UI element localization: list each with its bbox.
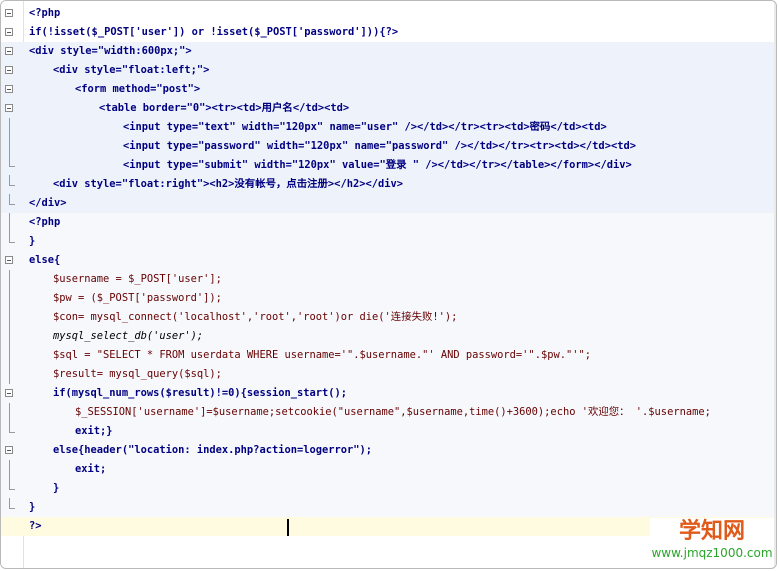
fold-toggle-icon[interactable] — [5, 256, 13, 264]
code-text: <div style="width:600px;"> — [29, 45, 192, 57]
code-line-20[interactable]: $result= mysql_query($sql); — [1, 365, 776, 384]
code-line-13[interactable]: } — [1, 232, 776, 251]
code-lines[interactable]: <?php if(!isset($_POST['user']) or !isse… — [1, 4, 776, 536]
fold-toggle-icon[interactable] — [5, 9, 13, 17]
code-line-18[interactable]: mysql_select_db('user'); — [1, 327, 776, 346]
code-text: $username = $_POST['user']; — [53, 273, 222, 285]
code-line-26[interactable]: } — [1, 479, 776, 498]
fold-end-marker — [9, 498, 15, 509]
code-line-9[interactable]: <input type="submit" width="120px" value… — [1, 156, 776, 175]
fold-toggle-icon[interactable] — [5, 66, 13, 74]
code-line-11[interactable]: </div> — [1, 194, 776, 213]
code-text: <input type="password" width="120px" nam… — [123, 140, 636, 152]
fold-guide — [9, 213, 10, 232]
code-line-21[interactable]: if(mysql_num_rows($result)!=0){session_s… — [1, 384, 776, 403]
fold-toggle-icon[interactable] — [5, 28, 13, 36]
code-line-6[interactable]: <table border="0"><tr><td>用户名</td><td> — [1, 99, 776, 118]
fold-toggle-icon[interactable] — [5, 47, 13, 55]
code-text: if(mysql_num_rows($result)!=0){session_s… — [53, 387, 348, 399]
fold-end-marker — [9, 175, 15, 186]
code-text: <table border="0"><tr><td>用户名</td><td> — [99, 102, 350, 114]
code-text: } — [29, 235, 36, 247]
watermark-title: 学知网 — [678, 519, 745, 544]
code-line-10[interactable]: <div style="float:right"><h2>没有帐号，点击注册><… — [1, 175, 776, 194]
code-line-15[interactable]: $username = $_POST['user']; — [1, 270, 776, 289]
code-text: </div> — [29, 197, 67, 209]
code-line-5[interactable]: <form method="post"> — [1, 80, 776, 99]
fold-guide — [9, 460, 10, 479]
code-text: $sql = "SELECT * FROM userdata WHERE use… — [53, 349, 591, 361]
site-watermark: 学知网 www.jmqz1000.com — [650, 518, 774, 566]
code-line-19[interactable]: $sql = "SELECT * FROM userdata WHERE use… — [1, 346, 776, 365]
fold-end-marker — [9, 422, 15, 433]
fold-toggle-icon[interactable] — [5, 446, 13, 454]
code-text: <form method="post"> — [75, 83, 201, 95]
code-text: } — [53, 482, 60, 494]
code-text: ?> — [29, 520, 42, 532]
fold-toggle-icon[interactable] — [5, 85, 13, 93]
code-text: $result= mysql_query($sql); — [53, 368, 222, 380]
fold-guide — [9, 137, 10, 156]
watermark-url: www.jmqz1000.com — [651, 546, 773, 560]
php-open-tag: <?php — [29, 7, 61, 19]
code-line-23[interactable]: exit;} — [1, 422, 776, 441]
code-text: <div style="float:right"><h2>没有帐号，点击注册><… — [53, 178, 403, 190]
code-line-27[interactable]: } — [1, 498, 776, 517]
code-text: mysql_select_db('user'); — [53, 330, 204, 342]
code-text: exit; — [75, 463, 107, 475]
fold-guide — [9, 365, 10, 384]
code-line-2[interactable]: if(!isset($_POST['user']) or !isset($_PO… — [1, 23, 776, 42]
code-text: <input type="text" width="120px" name="u… — [123, 121, 607, 133]
fold-guide — [9, 118, 10, 137]
code-text: $_SESSION['username']=$username;setcooki… — [75, 406, 711, 418]
right-edge — [774, 1, 776, 568]
code-text: $con= mysql_connect('localhost','root','… — [53, 311, 458, 323]
fold-guide — [9, 346, 10, 365]
code-line-4[interactable]: <div style="float:left;"> — [1, 61, 776, 80]
code-line-17[interactable]: $con= mysql_connect('localhost','root','… — [1, 308, 776, 327]
fold-guide — [9, 308, 10, 327]
text-caret — [287, 519, 289, 536]
code-text: <div style="float:left;"> — [53, 64, 210, 76]
code-text: $pw = ($_POST['password']); — [53, 292, 222, 304]
code-line-25[interactable]: exit; — [1, 460, 776, 479]
code-line-16[interactable]: $pw = ($_POST['password']); — [1, 289, 776, 308]
code-text: <?php — [29, 216, 61, 228]
fold-guide — [9, 289, 10, 308]
fold-guide — [9, 327, 10, 346]
fold-guide — [9, 270, 10, 289]
code-line-14[interactable]: else{ — [1, 251, 776, 270]
code-line-24[interactable]: else{header("location: index.php?action=… — [1, 441, 776, 460]
code-line-22[interactable]: $_SESSION['username']=$username;setcooki… — [1, 403, 776, 422]
code-line-7[interactable]: <input type="text" width="120px" name="u… — [1, 118, 776, 137]
code-text: } — [29, 501, 36, 513]
code-text: if(!isset($_POST['user']) or !isset($_PO… — [29, 26, 399, 38]
fold-guide — [9, 403, 10, 422]
code-text: <input type="submit" width="120px" value… — [123, 159, 632, 171]
code-line-3[interactable]: <div style="width:600px;"> — [1, 42, 776, 61]
fold-toggle-icon[interactable] — [5, 104, 13, 112]
code-editor[interactable]: <?php if(!isset($_POST['user']) or !isse… — [0, 0, 777, 569]
code-text: else{header("location: index.php?action=… — [53, 444, 373, 456]
fold-toggle-icon[interactable] — [5, 389, 13, 397]
fold-end-marker — [9, 194, 15, 205]
fold-end-marker — [9, 156, 15, 167]
code-line-1[interactable]: <?php — [1, 4, 776, 23]
code-text: else{ — [29, 254, 61, 266]
fold-end-marker — [9, 232, 15, 243]
fold-end-marker — [9, 479, 15, 490]
code-line-12[interactable]: <?php — [1, 213, 776, 232]
code-line-8[interactable]: <input type="password" width="120px" nam… — [1, 137, 776, 156]
code-text: exit;} — [75, 425, 113, 437]
